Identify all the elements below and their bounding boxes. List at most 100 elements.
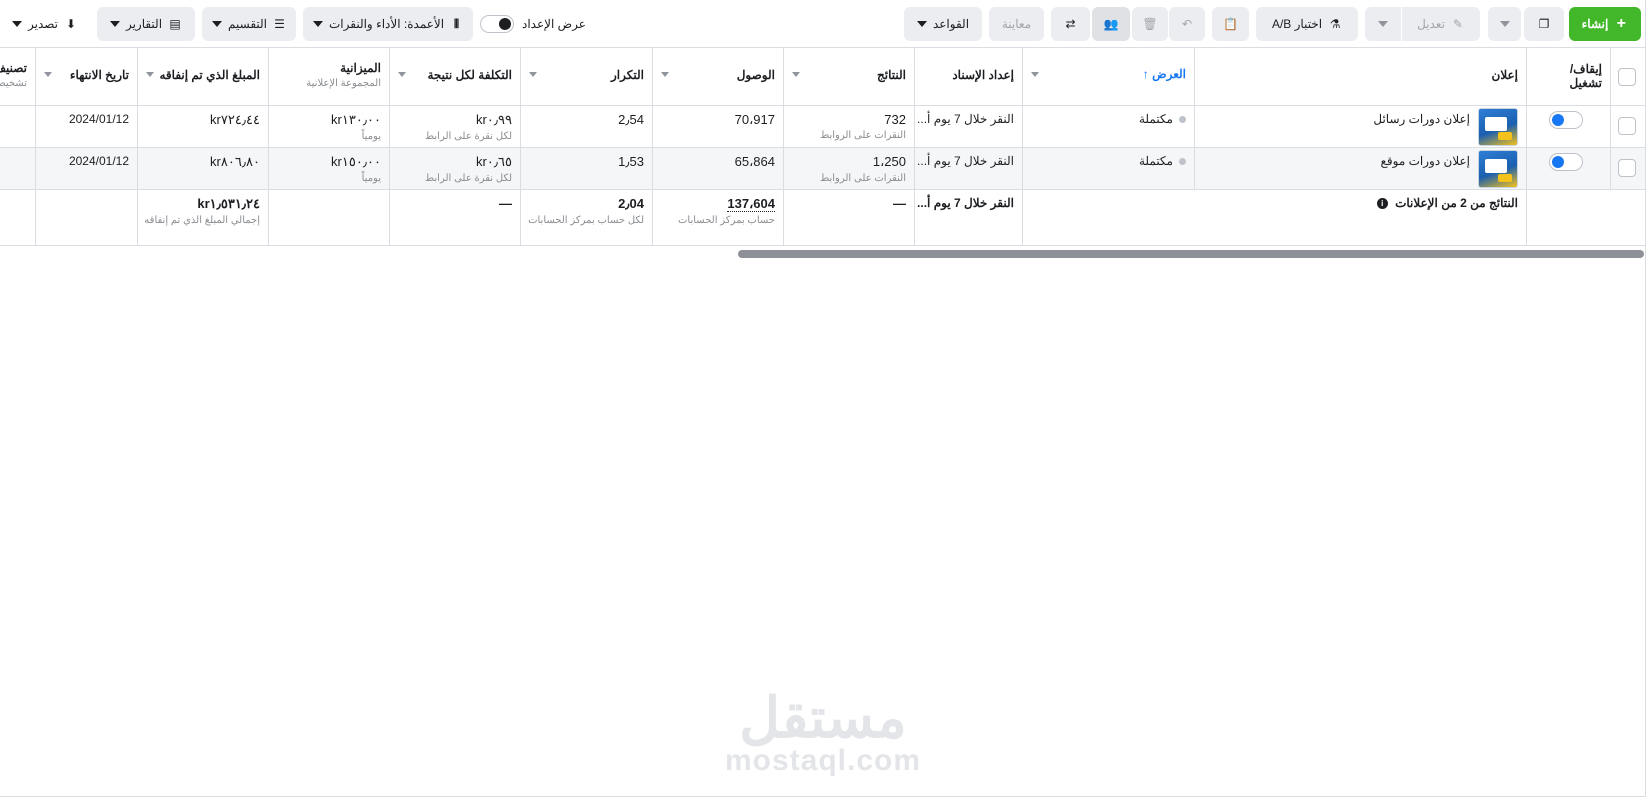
results-value: 1،250 <box>872 154 906 169</box>
edit-button[interactable]: ✎ تعديل <box>1402 7 1480 41</box>
watermark-latin: mostaql.com <box>724 744 922 777</box>
header-reach[interactable]: الوصول <box>652 48 783 105</box>
row-results-cell: 732 النقرات على الروابط <box>783 106 914 147</box>
header-ad[interactable]: إعلان <box>1194 48 1526 105</box>
undo-button[interactable]: ↶ <box>1169 7 1205 41</box>
chevron-down-icon <box>12 21 22 27</box>
header-frequency[interactable]: التكرار <box>520 48 652 105</box>
status-dot-icon <box>1179 158 1186 166</box>
rules-button[interactable]: القواعد <box>904 7 982 41</box>
cost-per-result-value: kr٠٫٦٥ <box>476 154 512 169</box>
row-attribution-cell: النقر خلال 7 يوم أ... <box>914 106 1022 147</box>
amount-spent-value: kr٨٠٦٫٨٠ <box>210 154 260 169</box>
row-amount-spent-cell: kr٨٠٦٫٨٠ <box>137 148 268 189</box>
row-checkbox[interactable] <box>1618 117 1636 135</box>
row-results-cell: 1،250 النقرات على الروابط <box>783 148 914 189</box>
header-cost-per-result[interactable]: التكلفة لكل نتيجة <box>389 48 520 105</box>
summary-empty-cell <box>1526 190 1645 245</box>
row-reach-cell: 70،917 <box>652 106 783 147</box>
preview-button[interactable]: معاينة <box>989 7 1044 41</box>
ad-on-off-toggle[interactable] <box>1549 111 1583 129</box>
summary-budget-cell <box>268 190 389 245</box>
cost-per-result-value: kr٠٫٩٩ <box>476 112 512 127</box>
header-results-label: النتائج <box>877 68 906 82</box>
results-sub: النقرات على الروابط <box>819 130 906 141</box>
row-delivery-cell: مكتملة <box>1022 148 1194 189</box>
header-select-all-cell <box>1610 48 1645 105</box>
header-ranking[interactable]: تصنيف تشخيص <box>0 48 35 105</box>
chevron-down-icon <box>792 72 800 77</box>
ad-thumbnail <box>1478 108 1518 146</box>
edit-dropdown-button[interactable] <box>1365 7 1401 41</box>
table-row[interactable]: إعلان دورات رسائل مكتملة النقر خلال 7 يو… <box>0 106 1645 148</box>
duplicate-button[interactable]: ❐ <box>1524 7 1564 41</box>
info-icon[interactable]: i <box>1376 198 1388 210</box>
delete-button[interactable]: 🗑 <box>1132 7 1168 41</box>
row-delivery-cell: مكتملة <box>1022 106 1194 147</box>
undo-icon: ↶ <box>1181 17 1193 31</box>
end-date-value: 2024/01/12 <box>68 112 129 126</box>
columns-icon: ⦀ <box>453 17 460 31</box>
chevron-down-icon <box>1378 21 1388 27</box>
header-attribution[interactable]: إعداد الإسناد <box>914 48 1022 105</box>
summary-label: النتائج من 2 من الإعلانات <box>1395 196 1518 210</box>
clipboard-icon: 📋 <box>1223 17 1238 31</box>
header-ranking-sub: تشخيص <box>0 78 27 89</box>
row-toggle-cell <box>1526 148 1610 189</box>
budget-sub: يومياً <box>361 173 381 184</box>
ad-name-link[interactable]: إعلان دورات موقع <box>1381 154 1470 168</box>
chevron-down-icon <box>44 72 52 77</box>
summary-amount-spent-cell: kr١٫٥٣١٫٢٤ إجمالي المبلغ الذي تم إنفاقه <box>137 190 268 245</box>
header-results[interactable]: النتائج <box>783 48 914 105</box>
watermark-arabic: مستقل <box>739 686 907 749</box>
ad-name-link[interactable]: إعلان دورات رسائل <box>1373 112 1470 126</box>
columns-button[interactable]: ⦀ الأعمدة: الأداء والنقرات <box>303 7 473 41</box>
trash-icon: 🗑 <box>1142 17 1158 31</box>
ad-on-off-toggle[interactable] <box>1549 153 1583 171</box>
duplicate-icon: ❐ <box>1538 17 1550 31</box>
sort-arrow-up-icon: ↑ <box>1142 67 1149 81</box>
create-button[interactable]: + إنشاء <box>1569 7 1641 41</box>
share-button[interactable]: ⇄ <box>1051 7 1090 41</box>
row-checkbox[interactable] <box>1618 159 1636 177</box>
toolbar: + إنشاء ❐ ✎ تعديل ⚗ اختبار A/B 📋 ↶ 🗑 👥 ⇄… <box>0 0 1645 48</box>
flask-icon: ⚗ <box>1329 17 1341 31</box>
share-icon: ⇄ <box>1065 17 1076 31</box>
header-cost-per-result-label: التكلفة لكل نتيجة <box>427 68 512 82</box>
horizontal-scrollbar[interactable] <box>738 250 1644 258</box>
breakdown-label: التقسيم <box>228 17 267 31</box>
chevron-down-icon <box>313 21 323 27</box>
edit-label: تعديل <box>1417 17 1445 31</box>
header-reach-label: الوصول <box>736 68 775 82</box>
chevron-down-icon <box>529 72 537 77</box>
summary-cost-cell: — <box>389 190 520 245</box>
header-amount-spent[interactable]: المبلغ الذي تم إنفاقه <box>137 48 268 105</box>
chevron-down-icon <box>1499 21 1510 27</box>
header-amount-spent-label: المبلغ الذي تم إنفاقه <box>159 68 261 82</box>
summary-results-cell: — <box>783 190 914 245</box>
clipboard-button[interactable]: 📋 <box>1212 7 1249 41</box>
header-end-date[interactable]: تاريخ الانتهاء <box>35 48 137 105</box>
header-toggle[interactable]: إيقاف/ تشغيل <box>1526 48 1610 105</box>
select-all-checkbox[interactable] <box>1618 68 1636 86</box>
header-ad-label: إعلان <box>1491 68 1518 82</box>
reports-label: التقارير <box>125 17 163 31</box>
header-delivery[interactable]: العرض ↑ <box>1022 48 1194 105</box>
reports-button[interactable]: ▤ التقارير <box>97 7 195 41</box>
export-button[interactable]: ⬇ تصدير <box>0 7 90 41</box>
audience-button[interactable]: 👥 <box>1092 7 1130 41</box>
header-budget[interactable]: الميزانية المجموعة الإعلانية <box>268 48 389 105</box>
ab-test-label: اختبار A/B <box>1271 17 1323 31</box>
duplicate-dropdown-button[interactable] <box>1488 7 1521 41</box>
ab-test-button[interactable]: ⚗ اختبار A/B <box>1256 7 1358 41</box>
cost-per-result-sub: لكل نقرة على الرابط <box>424 131 512 142</box>
breakdown-button[interactable]: ☰ التقسيم <box>202 7 296 41</box>
setup-toggle-switch[interactable] <box>480 15 514 33</box>
setup-view-toggle[interactable]: عرض الإعداد <box>480 10 586 38</box>
ad-thumbnail <box>1478 150 1518 188</box>
budget-value: kr١٣٠٫٠٠ <box>331 112 381 127</box>
summary-attribution-cell: النقر خلال 7 يوم أ... <box>914 190 1022 245</box>
breakdown-icon: ☰ <box>274 17 285 31</box>
ads-manager-frame: + إنشاء ❐ ✎ تعديل ⚗ اختبار A/B 📋 ↶ 🗑 👥 ⇄… <box>0 0 1646 797</box>
table-row[interactable]: إعلان دورات موقع مكتملة النقر خلال 7 يوم… <box>0 148 1645 190</box>
